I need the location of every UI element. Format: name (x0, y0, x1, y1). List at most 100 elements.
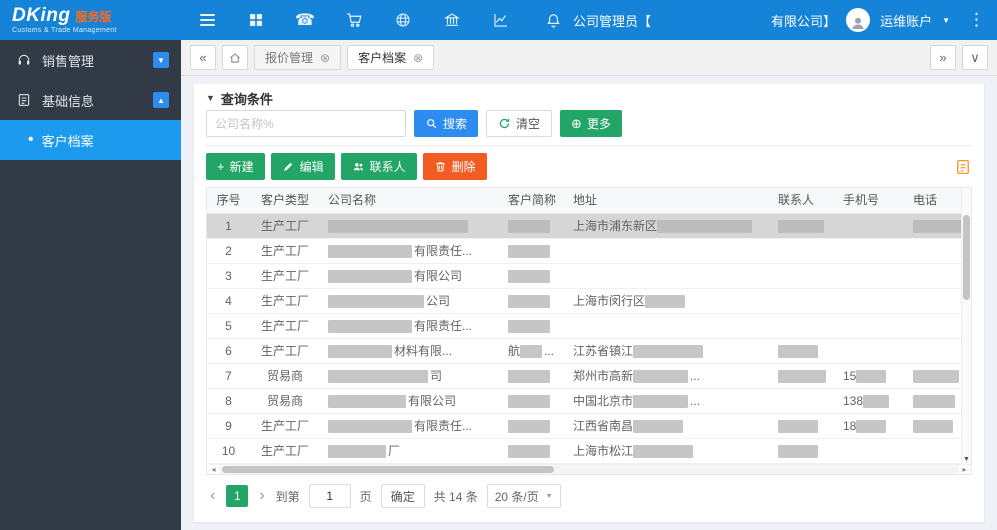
scroll-down-icon[interactable]: ▼ (962, 456, 971, 463)
goto-page-input[interactable] (308, 484, 351, 508)
redacted-text (328, 295, 424, 309)
feedback-icon[interactable] (954, 158, 972, 176)
admin-label-suffix: 有限公司】 (771, 13, 837, 29)
scrollbar-track[interactable] (220, 465, 958, 474)
contacts-button[interactable]: 联系人 (340, 153, 417, 180)
confirm-button[interactable]: 确定 (380, 484, 425, 508)
avatar[interactable] (846, 8, 871, 32)
redacted-text (328, 245, 412, 259)
table-cell: 6 (225, 344, 232, 358)
close-icon[interactable]: ⊗ (320, 52, 330, 64)
table-cell: 有限责任... (320, 414, 500, 438)
clear-button[interactable]: 清空 (486, 110, 553, 137)
new-button[interactable]: + 新建 (206, 153, 265, 180)
home-tab-button[interactable] (222, 45, 248, 70)
table-cell: 材料有限... (320, 339, 500, 363)
delete-button[interactable]: 删除 (422, 153, 487, 180)
next-page-button[interactable]: › (257, 488, 266, 504)
table-cell: 2 (225, 244, 232, 258)
page-unit-label: 页 (359, 489, 372, 504)
globe-icon[interactable] (393, 10, 413, 30)
scroll-left-icon[interactable]: ◂ (207, 465, 220, 474)
close-icon[interactable]: ⊗ (413, 52, 423, 64)
redacted-company-name (661, 13, 761, 27)
scrollbar-thumb[interactable] (222, 466, 555, 473)
tab-quote-management[interactable]: 报价管理 ⊗ (254, 45, 342, 70)
logo[interactable]: DKing 服务版 Customs & Trade Management (0, 6, 181, 34)
table-cell: 公司 (320, 289, 500, 313)
company-name-input[interactable] (206, 110, 406, 137)
table-cell: 厂 (320, 439, 500, 463)
more-menu-icon[interactable]: ⋮ (968, 10, 985, 30)
tab-customer-archive[interactable]: 客户档案 ⊗ (347, 45, 435, 70)
phone-icon[interactable]: ☎ (295, 10, 315, 30)
table-row[interactable]: 10 生产工厂厂 上海市松江 (207, 439, 971, 464)
scroll-right-icon[interactable]: ▸ (958, 465, 971, 474)
table-cell (835, 214, 905, 238)
sidebar-item-label: 销售管理 (42, 53, 95, 69)
column-header: 手机号 (843, 193, 880, 207)
prev-page-button[interactable]: ‹ (208, 488, 217, 504)
table-cell: 生产工厂 (260, 294, 309, 308)
account-menu[interactable]: 运维账户 (880, 11, 932, 30)
table-cell: 有限责任... (320, 239, 500, 263)
table-cell (320, 214, 500, 238)
pencil-icon (283, 162, 292, 171)
table-row[interactable]: 4 生产工厂 公司 上海市闵行区 (207, 289, 971, 314)
redacted-text (328, 220, 468, 234)
redacted-text (508, 445, 550, 459)
sidebar-item-sales[interactable]: 销售管理 ▼ (0, 40, 181, 80)
table-cell (835, 239, 905, 263)
redacted-text (508, 220, 550, 234)
table-cell (835, 289, 905, 313)
page-1-button[interactable]: 1 (226, 485, 249, 507)
building-icon[interactable] (442, 10, 462, 30)
redacted-text (778, 420, 818, 434)
table-row[interactable]: 8 贸易商 有限公司 中国北京市... 138 (207, 389, 971, 414)
bell-icon[interactable] (543, 10, 563, 30)
scrollbar-thumb[interactable] (963, 215, 970, 300)
home-icon (229, 52, 241, 63)
table-cell (565, 239, 770, 263)
more-button[interactable]: ⊕ 更多 (560, 110, 622, 137)
table-row[interactable]: 9 生产工厂 有限责任... 江西省南昌 18 (207, 414, 971, 439)
table-cell (770, 239, 835, 263)
table-row[interactable]: 7 贸易商 司 郑州市高新... 15 (207, 364, 971, 389)
tabs-list-button[interactable]: ∨ (962, 45, 988, 70)
page-size-select[interactable]: 20 条/页 ▼ (486, 484, 561, 508)
redacted-text (508, 420, 550, 434)
redacted-text (913, 220, 965, 234)
column-header: 公司名称 (328, 193, 377, 207)
tabs-scroll-left-button[interactable]: « (190, 45, 216, 70)
table-cell: 生产工厂 (260, 419, 309, 433)
apps-grid-icon[interactable] (246, 10, 266, 30)
sidebar-item-basic-info[interactable]: 基础信息 ▲ (0, 80, 181, 120)
table-row[interactable]: 6 生产工厂 材料有限... 航... 江苏省镇江 (207, 339, 971, 364)
table-cell: 贸易商 (266, 369, 303, 383)
horizontal-scrollbar[interactable]: ◂ ▸ (206, 464, 972, 475)
table-cell: 8 (225, 394, 232, 408)
table-cell (565, 264, 770, 288)
cart-icon[interactable] (344, 10, 364, 30)
trash-icon (435, 162, 445, 172)
table-row[interactable]: 5 生产工厂 有限责任... (207, 314, 971, 339)
collapse-menu-icon[interactable] (197, 10, 217, 30)
chevron-down-icon: ▼ (942, 15, 950, 25)
table-row[interactable]: 1 生产工厂 上海市浦东新区 (207, 214, 971, 239)
table-cell: 司 (320, 364, 500, 388)
table-cell: 1 (225, 219, 232, 233)
goto-label: 到第 (275, 489, 300, 504)
sidebar-item-customer-archive[interactable]: • 客户档案 (0, 120, 181, 160)
redacted-text (508, 270, 550, 284)
table-row[interactable]: 3 生产工厂 有限公司 (207, 264, 971, 289)
table-cell (500, 389, 565, 413)
vertical-scrollbar[interactable]: ▼ (961, 188, 971, 464)
query-section-header[interactable]: ▼ 查询条件 (206, 86, 972, 110)
edit-button[interactable]: 编辑 (270, 153, 335, 180)
search-button[interactable]: 搜索 (414, 110, 479, 137)
chart-icon[interactable] (491, 10, 511, 30)
table-cell: 5 (225, 319, 232, 333)
tabs-scroll-right-button[interactable]: » (930, 45, 956, 70)
table-row[interactable]: 2 生产工厂 有限责任... (207, 239, 971, 264)
topbar-right: 公司管理员【 有限公司】 运维账户 ▼ ⋮ (543, 8, 997, 32)
